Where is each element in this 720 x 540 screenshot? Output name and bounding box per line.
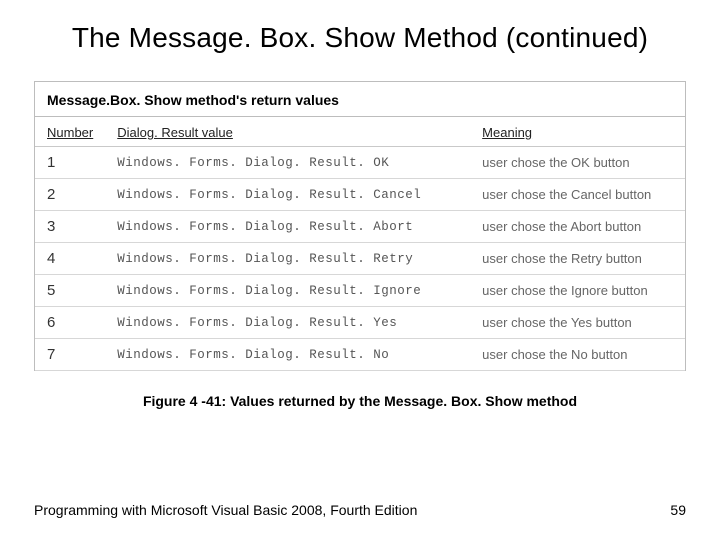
table-row: 2 Windows. Forms. Dialog. Result. Cancel… [35,179,685,211]
col-number: Number [35,117,105,147]
cell-value: Windows. Forms. Dialog. Result. Abort [105,211,470,243]
slide-title: The Message. Box. Show Method (continued… [34,20,686,55]
cell-number: 7 [35,339,105,371]
footer-book-title: Programming with Microsoft Visual Basic … [34,502,417,518]
col-meaning: Meaning [470,117,685,147]
footer-page-number: 59 [670,502,686,518]
cell-meaning: user chose the Cancel button [470,179,685,211]
cell-number: 6 [35,307,105,339]
cell-value: Windows. Forms. Dialog. Result. OK [105,147,470,179]
return-values-table: Number Dialog. Result value Meaning 1 Wi… [35,117,685,371]
cell-value: Windows. Forms. Dialog. Result. Yes [105,307,470,339]
table-row: 5 Windows. Forms. Dialog. Result. Ignore… [35,275,685,307]
panel-heading: Message.Box. Show method's return values [35,82,685,117]
table-row: 3 Windows. Forms. Dialog. Result. Abort … [35,211,685,243]
cell-meaning: user chose the Ignore button [470,275,685,307]
table-row: 7 Windows. Forms. Dialog. Result. No use… [35,339,685,371]
cell-value: Windows. Forms. Dialog. Result. No [105,339,470,371]
cell-meaning: user chose the Abort button [470,211,685,243]
table-row: 4 Windows. Forms. Dialog. Result. Retry … [35,243,685,275]
cell-number: 1 [35,147,105,179]
table-row: 1 Windows. Forms. Dialog. Result. OK use… [35,147,685,179]
figure-caption: Figure 4 -41: Values returned by the Mes… [34,393,686,409]
cell-meaning: user chose the Retry button [470,243,685,275]
col-value: Dialog. Result value [105,117,470,147]
cell-number: 5 [35,275,105,307]
cell-value: Windows. Forms. Dialog. Result. Ignore [105,275,470,307]
cell-number: 2 [35,179,105,211]
cell-meaning: user chose the No button [470,339,685,371]
table-row: 6 Windows. Forms. Dialog. Result. Yes us… [35,307,685,339]
return-values-panel: Message.Box. Show method's return values… [34,81,686,371]
cell-value: Windows. Forms. Dialog. Result. Cancel [105,179,470,211]
cell-number: 4 [35,243,105,275]
cell-value: Windows. Forms. Dialog. Result. Retry [105,243,470,275]
cell-meaning: user chose the Yes button [470,307,685,339]
cell-meaning: user chose the OK button [470,147,685,179]
cell-number: 3 [35,211,105,243]
